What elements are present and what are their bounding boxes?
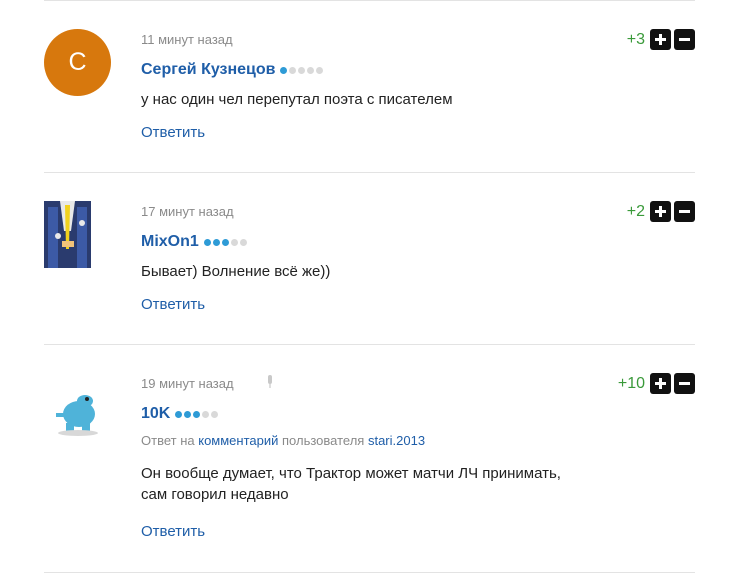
rating-dot bbox=[193, 410, 201, 418]
comment-time: 11 минут назад bbox=[141, 32, 233, 47]
avatar[interactable] bbox=[44, 201, 91, 268]
downvote-button[interactable] bbox=[674, 29, 695, 50]
rating-dot bbox=[316, 66, 324, 74]
comment-author: MixOn1 bbox=[141, 233, 247, 251]
divider bbox=[44, 572, 695, 573]
avatar[interactable] bbox=[52, 387, 102, 437]
reply-button[interactable]: Ответить bbox=[141, 124, 205, 141]
author-rating bbox=[280, 66, 324, 74]
reply-user-link[interactable]: stari.2013 bbox=[368, 433, 425, 448]
author-name[interactable]: MixOn1 bbox=[141, 233, 199, 251]
author-name[interactable]: 10K bbox=[141, 405, 170, 423]
reply-comment-link[interactable]: комментарий bbox=[198, 433, 278, 448]
comment-text-line: сам говорил недавно bbox=[141, 486, 289, 503]
divider bbox=[44, 344, 695, 345]
avatar-image bbox=[56, 395, 98, 436]
rating-dot bbox=[203, 238, 211, 246]
downvote-button[interactable] bbox=[674, 373, 695, 394]
comment-author: 10K bbox=[141, 405, 219, 423]
comment-time: 17 минут назад bbox=[141, 204, 234, 219]
author-rating bbox=[175, 410, 219, 418]
comment-text-line: Он вообще думает, что Трактор может матч… bbox=[141, 465, 561, 482]
rating-dot bbox=[298, 66, 306, 74]
vote-score: +10 bbox=[617, 374, 645, 392]
author-rating bbox=[203, 238, 247, 246]
rating-dot bbox=[202, 410, 210, 418]
vote-controls: +10 bbox=[618, 373, 695, 394]
rating-dot bbox=[221, 238, 229, 246]
downvote-button[interactable] bbox=[674, 201, 695, 222]
comment-time: 19 минут назад bbox=[141, 376, 234, 391]
author-name[interactable]: Сергей Кузнецов bbox=[141, 61, 275, 79]
vote-score: +3 bbox=[626, 30, 645, 48]
rating-dot bbox=[280, 66, 288, 74]
upvote-button[interactable] bbox=[650, 29, 671, 50]
rating-dot bbox=[289, 66, 297, 74]
upvote-button[interactable] bbox=[650, 373, 671, 394]
vote-score: +2 bbox=[626, 202, 645, 220]
vote-controls: +2 bbox=[627, 201, 695, 222]
reply-button[interactable]: Ответить bbox=[141, 296, 205, 313]
reply-middle: пользователя bbox=[282, 433, 365, 448]
vote-controls: +3 bbox=[627, 29, 695, 50]
comment-text: Бывает) Волнение всё же)) bbox=[141, 263, 331, 280]
reply-to-info: Ответ на комментарий пользователя stari.… bbox=[141, 433, 425, 448]
rating-dot bbox=[184, 410, 192, 418]
divider bbox=[44, 0, 695, 1]
reply-button[interactable]: Ответить bbox=[141, 523, 205, 540]
reply-prefix: Ответ на bbox=[141, 433, 195, 448]
upvote-button[interactable] bbox=[650, 201, 671, 222]
rating-dot bbox=[211, 410, 219, 418]
comment-text: у нас один чел перепутал поэта с писател… bbox=[141, 91, 453, 108]
rating-dot bbox=[307, 66, 315, 74]
rating-dot bbox=[175, 410, 183, 418]
divider bbox=[44, 172, 695, 173]
rating-dot bbox=[239, 238, 247, 246]
comment-author: Сергей Кузнецов bbox=[141, 61, 324, 79]
rating-dot bbox=[212, 238, 220, 246]
comment-text: Он вообще думает, что Трактор может матч… bbox=[141, 463, 681, 505]
avatar[interactable]: С bbox=[44, 29, 111, 96]
rating-dot bbox=[230, 238, 238, 246]
mic-icon bbox=[268, 375, 272, 388]
avatar-image bbox=[44, 201, 91, 268]
